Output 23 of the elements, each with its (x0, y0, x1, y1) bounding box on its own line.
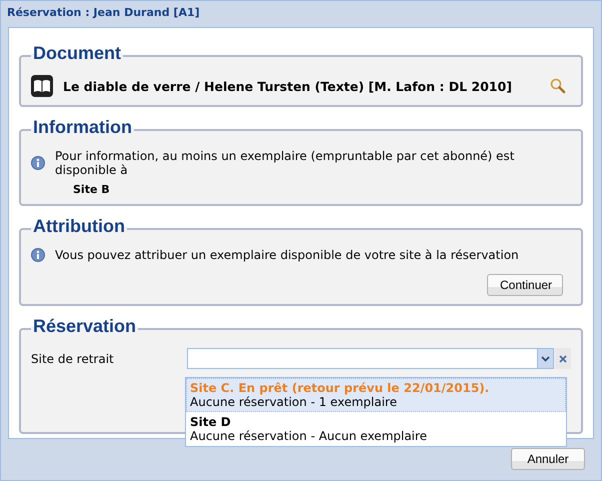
continue-button[interactable]: Continuer (487, 274, 563, 296)
option-title: Site C. En prêt (retour prévu le 22/01/2015). (190, 381, 490, 395)
option-title: Site D (190, 415, 232, 429)
chevron-icon (541, 356, 550, 362)
field-label: Site de retrait (31, 352, 115, 366)
window-title: Réservation : Jean Durand [A1] (6, 5, 201, 21)
option-detail: Aucune réservation - 1 exemplaire (190, 395, 398, 409)
close-icon (559, 354, 567, 362)
search-icon[interactable] (550, 78, 566, 94)
info-icon (31, 248, 45, 262)
info-icon (31, 156, 45, 170)
document-title: Le diable de verre / Helene Tursten (Texte) [M. Lafon : DL 2010] (63, 78, 512, 94)
book-icon (31, 75, 53, 97)
dropdown-trigger[interactable] (537, 348, 554, 369)
dropdown-option[interactable]: Site C. En prêt (retour prévu le 22/01/2015). Aucune réservation - 1 exemplaire (186, 378, 566, 412)
info-message: Pour information, au moins un exemplaire (empruntable par cet abonné) est disponible à (55, 149, 516, 177)
site-name: Site B (73, 183, 111, 196)
option-detail: Aucune réservation - Aucun exemplaire (190, 429, 428, 443)
pickup-site-field[interactable] (187, 348, 537, 369)
cancel-button[interactable]: Annuler (511, 448, 585, 470)
info-message: Vous pouvez attribuer un exemplaire disponible de votre site à la réservation (55, 248, 519, 262)
clear-button[interactable] (555, 348, 571, 369)
dropdown-option[interactable]: Site D Aucune réservation - Aucun exemplaire (186, 412, 566, 446)
